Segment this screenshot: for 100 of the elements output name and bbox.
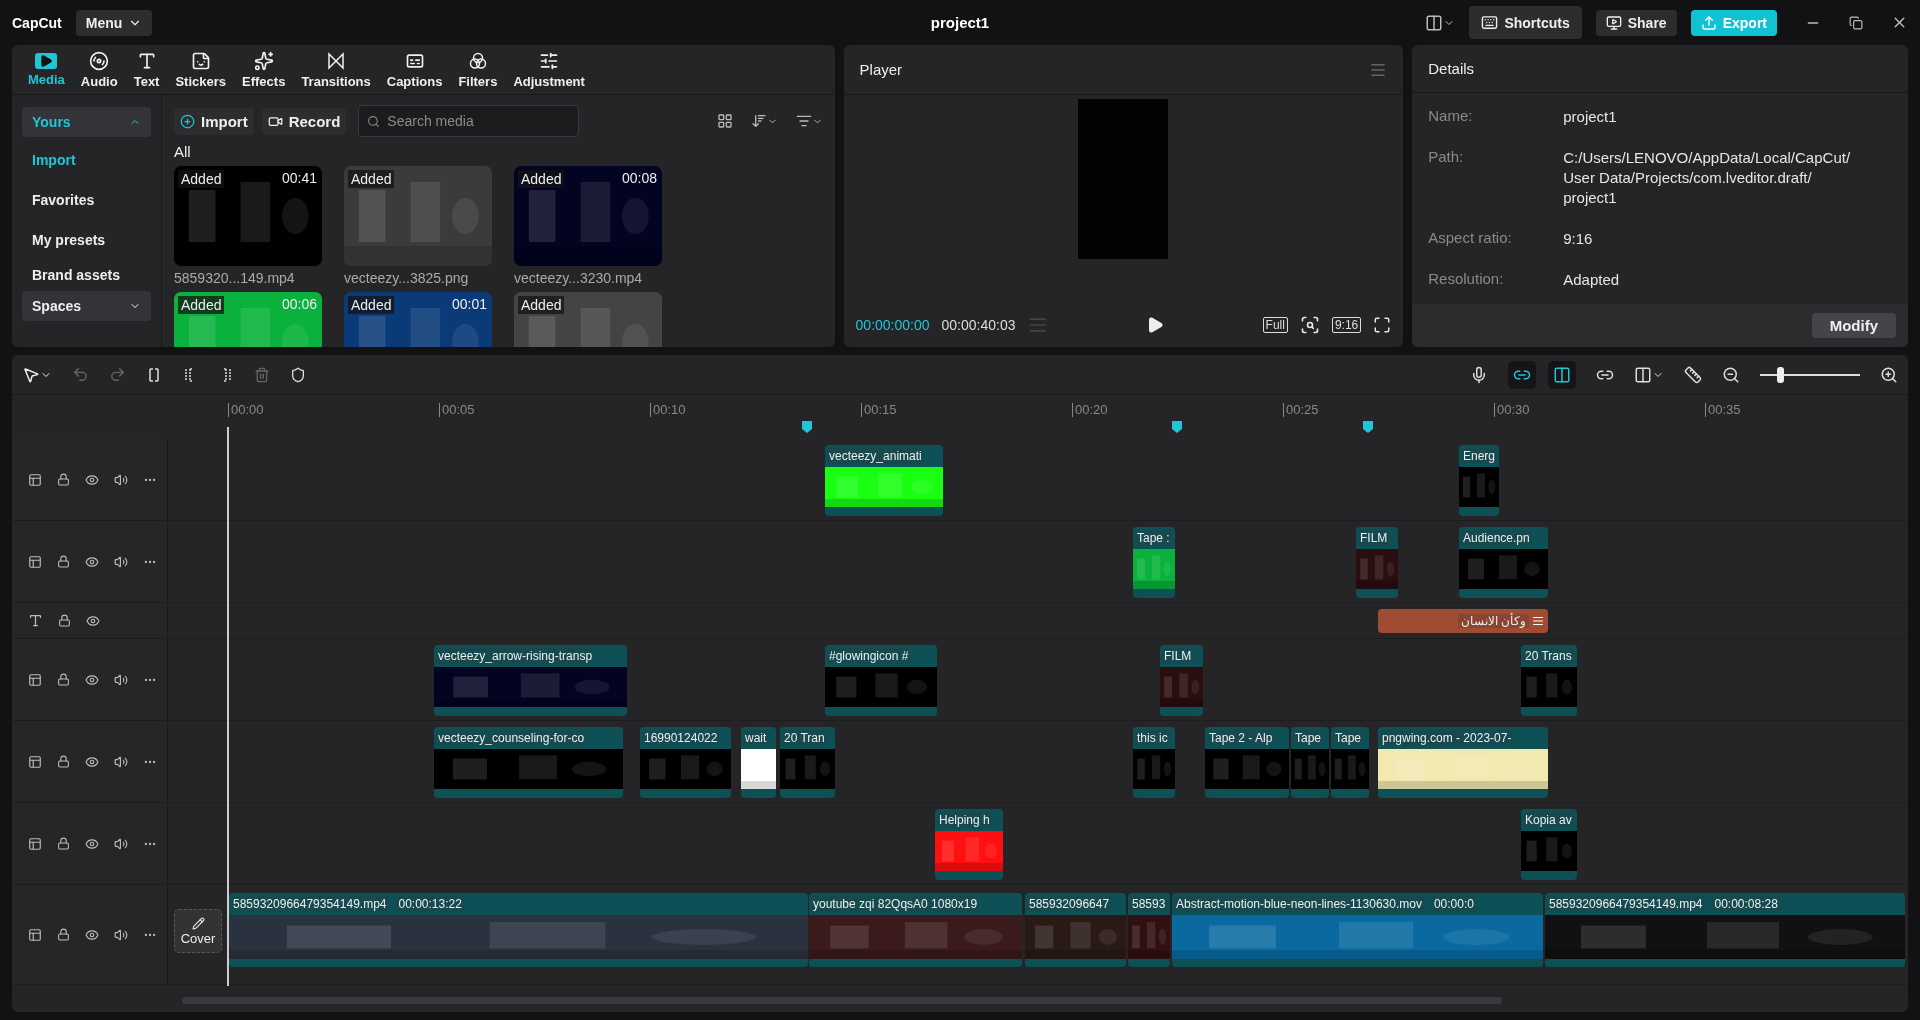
tab[interactable]: Media [20, 45, 73, 94]
record-button[interactable]: Record [261, 107, 347, 135]
select-tool-icon[interactable] [22, 365, 52, 384]
filter-icon[interactable] [795, 113, 823, 129]
volume-icon[interactable] [114, 836, 128, 851]
modify-button[interactable]: Modify [1811, 312, 1896, 338]
video-clip[interactable]: FILM [1356, 527, 1398, 598]
ratio-button[interactable]: 9:16 [1331, 317, 1362, 333]
marker-icon[interactable] [290, 366, 306, 383]
media-card[interactable]: Added 00:06 [174, 292, 322, 347]
video-clip[interactable]: vecteezy_arrow-rising-transp [434, 645, 627, 716]
lock-icon[interactable] [57, 755, 70, 768]
lock-icon[interactable] [57, 673, 70, 686]
search-input[interactable]: Search media [385, 112, 571, 130]
monitor-play-icon [1605, 14, 1622, 31]
video-clip[interactable]: wait [741, 727, 776, 798]
added-badge: Added [178, 296, 225, 314]
fullscreen-icon[interactable] [1373, 316, 1392, 334]
sidebar-group[interactable]: Yours [22, 107, 151, 137]
media-card[interactable]: Added [514, 292, 662, 347]
video-clip[interactable]: #glowingicon # [825, 645, 937, 716]
video-clip[interactable]: vecteezy_animati [825, 445, 943, 516]
play-icon[interactable] [1146, 316, 1165, 334]
lock-icon[interactable] [58, 614, 71, 627]
tab[interactable]: Captions [378, 45, 451, 94]
tab[interactable]: Transitions [293, 45, 379, 94]
video-clip[interactable]: youtube zqi 82QqsA0 1080x19 [809, 893, 1022, 967]
eye-icon[interactable] [85, 672, 99, 687]
volume-icon[interactable] [114, 754, 128, 769]
video-clip[interactable]: Tape 2 - Alp [1205, 727, 1289, 798]
sort-icon[interactable] [750, 113, 778, 129]
video-clip[interactable]: Tape [1291, 727, 1329, 798]
sidebar-item[interactable]: Brand assets [22, 263, 151, 285]
grid-view-icon[interactable] [716, 113, 733, 129]
video-clip[interactable]: Tape [1331, 727, 1369, 798]
video-clip[interactable]: 16990124022 [640, 727, 731, 798]
eye-icon[interactable] [85, 554, 99, 569]
added-badge: Added [348, 296, 395, 314]
slider-thumb[interactable] [1777, 366, 1784, 383]
split-icon[interactable] [146, 366, 162, 383]
lock-icon[interactable] [57, 555, 70, 568]
zoom-view-icon[interactable] [1299, 315, 1320, 335]
tab[interactable]: Filters [450, 45, 506, 94]
share-button[interactable]: Share [1595, 9, 1677, 36]
video-clip[interactable]: Tape : [1133, 527, 1175, 598]
media-card[interactable]: Added 00:01 [344, 292, 492, 347]
tab[interactable]: Stickers [167, 45, 235, 94]
text-clip[interactable]: وكأن الانسان [1378, 609, 1548, 633]
video-clip[interactable]: 5859320966479354149.mp4 00:00:08:28 [1545, 893, 1905, 967]
menu-button[interactable]: Menu [75, 9, 153, 36]
tab[interactable]: Text [125, 45, 168, 94]
microphone-icon[interactable] [1470, 365, 1488, 384]
lock-icon[interactable] [57, 837, 70, 850]
video-clip[interactable]: Kopia av [1521, 809, 1577, 880]
volume-icon[interactable] [114, 672, 128, 687]
video-clip[interactable]: this ic [1133, 727, 1175, 798]
video-clip[interactable]: pngwing.com - 2023-07- [1378, 727, 1548, 798]
cover-button[interactable]: Cover [174, 909, 222, 953]
eye-icon[interactable] [85, 927, 99, 942]
eye-icon[interactable] [85, 754, 99, 769]
zoom-in-icon[interactable] [1880, 365, 1898, 384]
eye-icon[interactable] [85, 836, 99, 851]
search-field[interactable]: Search media [358, 105, 580, 137]
import-button[interactable]: Import [174, 107, 254, 135]
tab[interactable]: Adjustment [505, 45, 593, 94]
video-clip[interactable]: 20 Tran [780, 727, 835, 798]
volume-icon[interactable] [114, 927, 128, 942]
zoom-out-icon[interactable] [1722, 365, 1740, 384]
sidebar-item[interactable]: Import [22, 143, 151, 177]
layout-icon[interactable] [1425, 13, 1456, 32]
lock-icon[interactable] [57, 928, 70, 941]
video-track-icon [28, 554, 42, 569]
tab[interactable]: Audio [72, 45, 126, 94]
magnet-toggle[interactable] [1508, 360, 1536, 389]
redo-icon[interactable] [109, 366, 126, 383]
video-clip[interactable]: Energ [1459, 445, 1499, 516]
video-clip[interactable]: 585932096647 [1025, 893, 1126, 967]
undo-icon[interactable] [72, 366, 89, 383]
video-clip[interactable]: 20 Trans [1521, 645, 1577, 716]
video-clip[interactable]: vecteezy_counseling-for-co [434, 727, 623, 798]
lock-icon[interactable] [57, 473, 70, 486]
delete-icon[interactable] [254, 366, 270, 383]
video-clip[interactable]: 58593 [1128, 893, 1170, 967]
video-clip[interactable]: Audience.pn [1459, 527, 1548, 598]
snap-toggle[interactable] [1548, 360, 1576, 389]
sidebar-item[interactable]: Favorites [22, 183, 151, 217]
video-clip[interactable]: Abstract-motion-blue-neon-lines-1130630.mov 00:00:0 [1172, 893, 1543, 967]
sidebar-item[interactable]: My presets [22, 223, 151, 257]
eye-icon[interactable] [85, 472, 99, 487]
ruler-label: 00:35 [1705, 403, 1741, 417]
volume-icon[interactable] [114, 472, 128, 487]
restore-icon[interactable] [1849, 15, 1863, 30]
spaces-dropdown[interactable]: Spaces [22, 291, 151, 321]
video-clip[interactable]: Helping h [935, 809, 1003, 880]
eye-icon[interactable] [86, 613, 100, 628]
shortcuts-button[interactable]: Shortcuts [1469, 6, 1582, 39]
full-quality-button[interactable]: Full [1262, 317, 1288, 333]
tab[interactable]: Effects [234, 45, 294, 94]
video-clip[interactable]: FILM [1160, 645, 1203, 716]
volume-icon[interactable] [114, 554, 128, 569]
